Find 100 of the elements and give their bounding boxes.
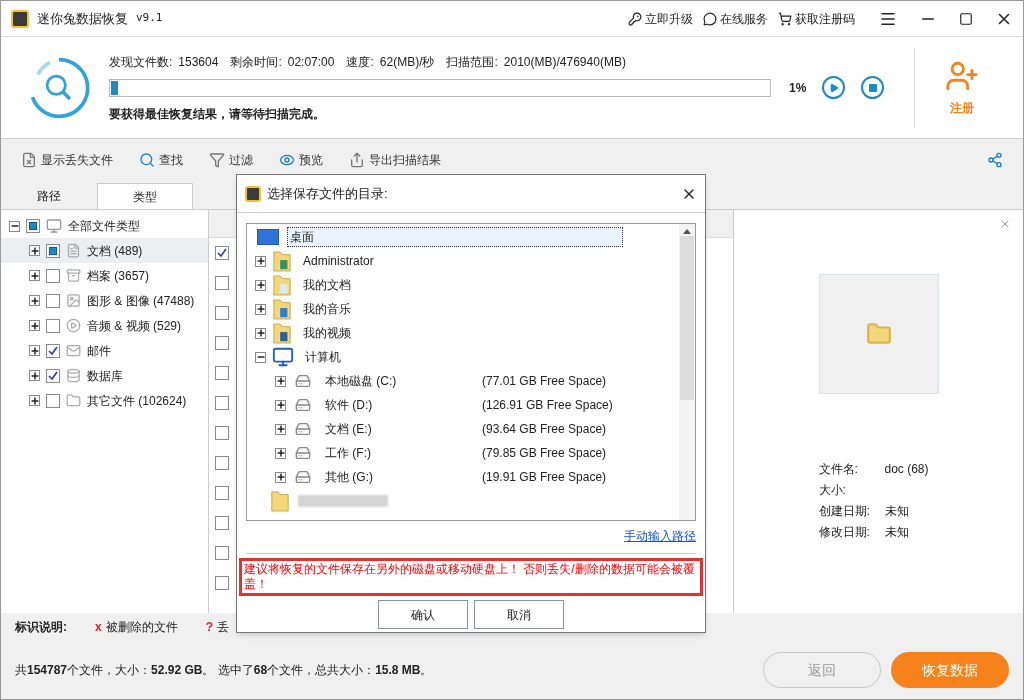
folder-label[interactable]: 计算机: [302, 347, 344, 367]
tree-label: 图形 & 图像 (47488): [87, 292, 195, 310]
checkbox[interactable]: [46, 268, 60, 283]
file-type-icon: [66, 318, 81, 333]
folder-label[interactable]: 我的视频: [300, 323, 354, 343]
expand-icon[interactable]: [29, 295, 40, 306]
version-label: v9.1: [136, 10, 163, 27]
checkbox[interactable]: [215, 576, 229, 590]
checkbox[interactable]: [215, 246, 229, 260]
toolbar-button[interactable]: 过滤: [209, 151, 253, 169]
checkbox[interactable]: [215, 306, 229, 320]
folder-label[interactable]: 本地磁盘 (C:): [322, 371, 482, 391]
folder-label[interactable]: 文档 (E:): [322, 419, 482, 439]
expand-icon[interactable]: [275, 399, 286, 411]
folder-label[interactable]: 桌面: [287, 227, 623, 247]
file-type-icon: [66, 368, 81, 383]
warning-text: 建议将恢复的文件保存在另外的磁盘或移动硬盘上！ 否则丢失/删除的数据可能会被覆盖！: [239, 558, 703, 596]
computer-icon: [272, 346, 294, 368]
scrollbar[interactable]: [679, 224, 695, 520]
search-icon: [139, 152, 155, 168]
tree-label: 档案 (3657): [87, 267, 150, 285]
play-icon: [828, 82, 839, 93]
expand-icon[interactable]: [275, 471, 286, 483]
folder-label[interactable]: Administrator: [300, 251, 377, 271]
toolbar-button[interactable]: 显示丢失文件: [21, 151, 113, 169]
stat-value: 62(MB)/秒: [379, 53, 435, 71]
expand-icon[interactable]: [29, 395, 40, 406]
expand-icon[interactable]: [29, 245, 40, 256]
tree-row[interactable]: 数据库: [1, 363, 208, 388]
checkbox[interactable]: [215, 276, 229, 290]
folder-label[interactable]: 工作 (F:): [322, 443, 482, 463]
tree-label: 邮件: [87, 342, 111, 360]
legend-label: 丢: [217, 619, 230, 636]
tree-row[interactable]: 图形 & 图像 (47488): [1, 288, 208, 313]
expand-icon[interactable]: [275, 423, 286, 435]
file-type-icon: [66, 293, 81, 308]
eye-icon: [279, 152, 295, 168]
checkbox[interactable]: [46, 368, 60, 383]
folder-label[interactable]: 我的音乐: [300, 299, 354, 319]
checkbox[interactable]: [215, 456, 229, 470]
tree-row[interactable]: 档案 (3657): [1, 263, 208, 288]
checkbox[interactable]: [215, 486, 229, 500]
share-icon: [349, 152, 365, 168]
expand-icon[interactable]: [255, 303, 266, 315]
collapse-icon[interactable]: [9, 220, 20, 232]
tree-label: 数据库: [87, 367, 123, 385]
folder-label[interactable]: 其他 (G:): [322, 467, 482, 487]
collapse-icon[interactable]: [255, 351, 266, 363]
folder-label[interactable]: 我的文档: [300, 275, 354, 295]
tree-label: 其它文件 (102624): [87, 392, 187, 410]
tree-row[interactable]: 其它文件 (102624): [1, 388, 208, 413]
tree-row[interactable]: 邮件: [1, 338, 208, 363]
confirm-button[interactable]: 确认: [378, 600, 468, 629]
checkbox[interactable]: [46, 293, 60, 308]
checkbox[interactable]: [46, 343, 60, 358]
share-icon[interactable]: [987, 152, 1003, 168]
scan-hint: 要获得最佳恢复结果，请等待扫描完成。: [109, 105, 326, 123]
tree-label[interactable]: 全部文件类型: [68, 217, 140, 235]
expand-icon[interactable]: [29, 345, 40, 356]
folder-label[interactable]: 软件 (D:): [322, 395, 482, 415]
checkbox[interactable]: [215, 336, 229, 350]
title-link[interactable]: 在线服务: [703, 9, 768, 28]
field-value: 未知: [884, 524, 909, 540]
chat-bubble-icon: [703, 11, 717, 26]
legend-label: 被删除的文件: [105, 619, 178, 636]
play-button[interactable]: [822, 76, 846, 99]
expand-icon[interactable]: [29, 370, 40, 381]
dialog-title: 选择保存文件的目录:: [267, 184, 388, 203]
title-link[interactable]: 获取注册码: [778, 9, 855, 28]
toolbar-button[interactable]: 查找: [139, 151, 183, 169]
scroll-up-icon[interactable]: [683, 229, 691, 234]
expand-icon[interactable]: [29, 270, 40, 281]
checkbox[interactable]: [215, 426, 229, 440]
toolbar-button[interactable]: 预览: [279, 151, 323, 169]
expand-icon[interactable]: [255, 327, 266, 339]
toolbar-button[interactable]: 导出扫描结果: [349, 151, 441, 169]
checkbox[interactable]: [46, 318, 60, 333]
checkbox[interactable]: [215, 396, 229, 410]
expand-icon[interactable]: [29, 320, 40, 331]
checkbox[interactable]: [215, 366, 229, 380]
checkbox[interactable]: [215, 516, 229, 530]
tree-row[interactable]: 音频 & 视频 (529): [1, 313, 208, 338]
expand-icon[interactable]: [255, 255, 266, 267]
expand-icon[interactable]: [255, 279, 266, 291]
window-title: 迷你兔数据恢复: [37, 9, 128, 28]
expand-icon[interactable]: [275, 375, 286, 387]
manual-path-link[interactable]: 手动输入路径: [624, 527, 696, 547]
tab[interactable]: 类型: [97, 183, 193, 209]
expand-icon[interactable]: [275, 447, 286, 459]
stop-button[interactable]: [861, 76, 885, 99]
checkbox[interactable]: [215, 546, 229, 560]
title-link[interactable]: 立即升级: [628, 9, 693, 28]
maximize-icon[interactable]: [959, 11, 973, 26]
tree-row[interactable]: 文档 (489): [1, 238, 208, 263]
tab[interactable]: 路径: [1, 183, 97, 209]
cancel-button[interactable]: 取消: [474, 600, 564, 629]
computer-icon: [46, 218, 62, 234]
legend-title: 标识说明:: [15, 619, 67, 636]
checkbox[interactable]: [46, 393, 60, 408]
field-label: 修改日期:: [818, 524, 871, 540]
